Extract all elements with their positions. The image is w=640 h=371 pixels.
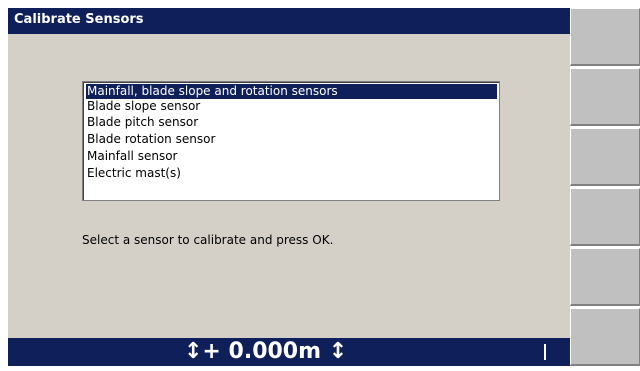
elevation-readout: ↕+ 0.000m ↕ (184, 339, 348, 364)
title-bar: Calibrate Sensors (8, 8, 570, 34)
softkey-5[interactable] (570, 248, 640, 306)
status-divider (544, 344, 546, 360)
softkey-panel (570, 8, 640, 366)
sensor-item-blade-rotation[interactable]: Blade rotation sensor (86, 132, 497, 147)
sensor-item-mainfall-blade-slope-rotation[interactable]: Mainfall, blade slope and rotation senso… (86, 84, 497, 99)
softkey-4[interactable] (570, 188, 640, 246)
sensor-item-blade-pitch[interactable]: Blade pitch sensor (86, 115, 497, 130)
instruction-text: Select a sensor to calibrate and press O… (82, 233, 334, 247)
sensor-item-mainfall[interactable]: Mainfall sensor (86, 149, 497, 164)
sensor-item-electric-mast[interactable]: Electric mast(s) (86, 166, 497, 181)
window-title: Calibrate Sensors (14, 12, 144, 27)
sensor-item-blade-slope[interactable]: Blade slope sensor (86, 99, 497, 114)
softkey-2[interactable] (570, 68, 640, 126)
status-bar: ↕+ 0.000m ↕ (8, 338, 570, 366)
softkey-6[interactable] (570, 308, 640, 366)
sensor-listbox[interactable]: Mainfall, blade slope and rotation senso… (82, 81, 500, 201)
main-content: Mainfall, blade slope and rotation senso… (8, 34, 570, 338)
softkey-3[interactable] (570, 128, 640, 186)
softkey-1[interactable] (570, 8, 640, 66)
calibrate-sensors-screen: Calibrate Sensors Mainfall, blade slope … (0, 0, 640, 371)
